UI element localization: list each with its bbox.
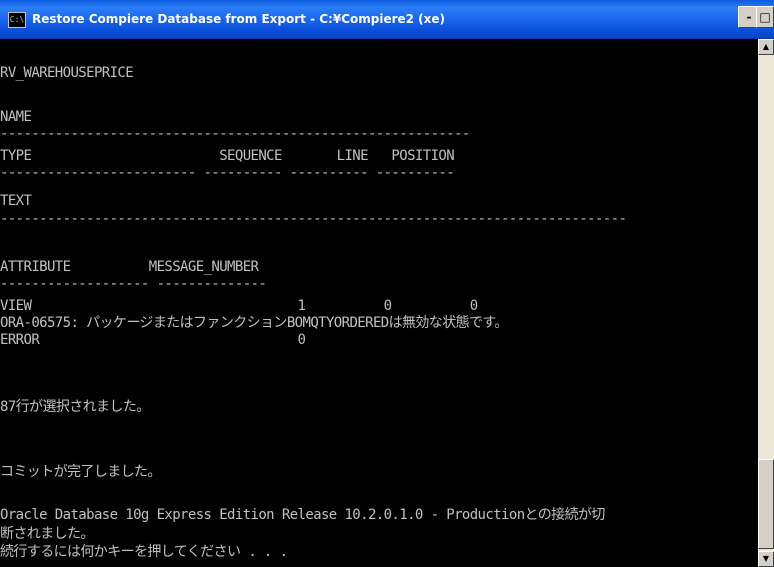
console-line: ------------------- --------------	[0, 276, 267, 292]
scrollbar-thumb[interactable]	[758, 459, 774, 549]
console-line: ATTRIBUTE MESSAGE_NUMBER	[0, 259, 259, 275]
console-line: VIEW 1 0 0	[0, 298, 478, 314]
console-line: 続行するには何かキーを押してください . . .	[0, 544, 288, 560]
console-line: Oracle Database 10g Express Edition Rele…	[0, 507, 605, 523]
console-line: RV_WAREHOUSEPRICE	[0, 65, 134, 81]
vertical-scrollbar[interactable]: ▲ ▼	[758, 39, 774, 567]
console-line: TYPE SEQUENCE LINE POSITION	[0, 148, 455, 164]
console-line: ORA-06575: パッケージまたはファンクションBOMQTYORDEREDは…	[0, 315, 508, 331]
console-window: C:\ Restore Compiere Database from Expor…	[0, 0, 774, 567]
console-line: TEXT	[0, 193, 32, 209]
console-line: 断されました。	[0, 526, 94, 542]
console-output[interactable]: RV_WAREHOUSEPRICE NAME -----------------…	[0, 39, 758, 567]
console-line: ------------------------- ---------- ---…	[0, 165, 455, 181]
console-icon[interactable]: C:\	[8, 12, 26, 28]
scroll-down-arrow-icon[interactable]: ▼	[758, 551, 774, 567]
console-line: ERROR 0	[0, 332, 306, 348]
console-line: コミットが完了しました。	[0, 464, 161, 480]
console-line: ----------------------------------------…	[0, 211, 627, 227]
title-bar[interactable]: C:\ Restore Compiere Database from Expor…	[0, 0, 774, 39]
window-title: Restore Compiere Database from Export - …	[32, 12, 446, 26]
console-line: ----------------------------------------…	[0, 126, 470, 142]
console-line: NAME	[0, 109, 32, 125]
console-line: 87行が選択されました。	[0, 399, 150, 415]
scroll-up-arrow-icon[interactable]: ▲	[758, 39, 774, 55]
maximize-button[interactable]: □	[756, 6, 774, 28]
